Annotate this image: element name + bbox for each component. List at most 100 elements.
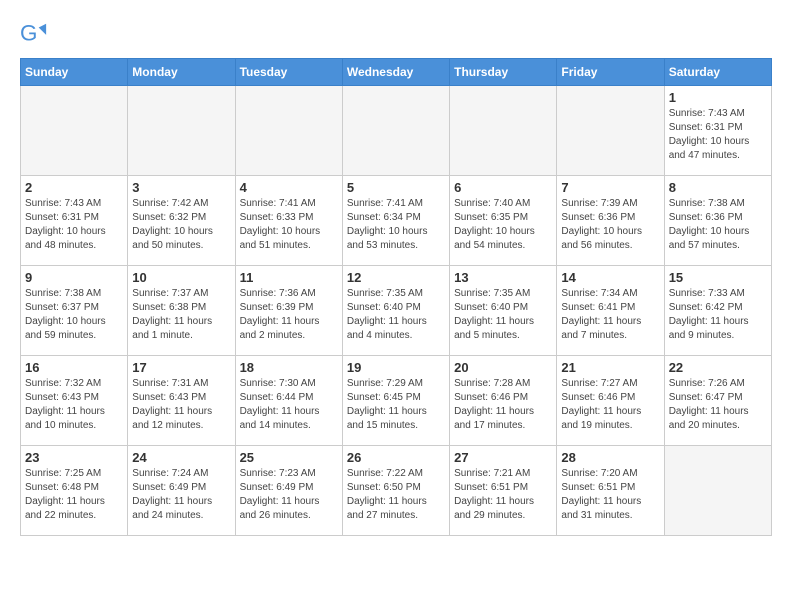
calendar-cell: 5 Sunrise: 7:41 AM Sunset: 6:34 PM Daylig… [342, 176, 449, 266]
day-number: 11 [240, 270, 338, 285]
day-info: Sunrise: 7:25 AM Sunset: 6:48 PM Dayligh… [25, 467, 123, 523]
day-info: Sunrise: 7:32 AM Sunset: 6:43 PM Dayligh… [25, 377, 123, 433]
day-number: 4 [240, 180, 338, 195]
day-info: Sunrise: 7:26 AM Sunset: 6:47 PM Dayligh… [669, 377, 767, 433]
calendar-cell: 28 Sunrise: 7:20 AM Sunset: 6:51 PM Dayli… [557, 446, 664, 536]
day-number: 22 [669, 360, 767, 375]
calendar-week-row: 9 Sunrise: 7:38 AM Sunset: 6:37 PM Daylig… [21, 266, 772, 356]
calendar-cell: 15 Sunrise: 7:33 AM Sunset: 6:42 PM Dayli… [664, 266, 771, 356]
day-number: 6 [454, 180, 552, 195]
day-number: 20 [454, 360, 552, 375]
day-info: Sunrise: 7:36 AM Sunset: 6:39 PM Dayligh… [240, 287, 338, 343]
day-info: Sunrise: 7:42 AM Sunset: 6:32 PM Dayligh… [132, 197, 230, 253]
calendar-cell: 2 Sunrise: 7:43 AM Sunset: 6:31 PM Daylig… [21, 176, 128, 266]
calendar-cell: 18 Sunrise: 7:30 AM Sunset: 6:44 PM Dayli… [235, 356, 342, 446]
day-info: Sunrise: 7:20 AM Sunset: 6:51 PM Dayligh… [561, 467, 659, 523]
day-info: Sunrise: 7:24 AM Sunset: 6:49 PM Dayligh… [132, 467, 230, 523]
day-info: Sunrise: 7:35 AM Sunset: 6:40 PM Dayligh… [454, 287, 552, 343]
calendar-week-row: 23 Sunrise: 7:25 AM Sunset: 6:48 PM Dayli… [21, 446, 772, 536]
calendar-cell: 4 Sunrise: 7:41 AM Sunset: 6:33 PM Daylig… [235, 176, 342, 266]
day-info: Sunrise: 7:43 AM Sunset: 6:31 PM Dayligh… [25, 197, 123, 253]
calendar-cell: 27 Sunrise: 7:21 AM Sunset: 6:51 PM Dayli… [450, 446, 557, 536]
calendar-week-row: 1 Sunrise: 7:43 AM Sunset: 6:31 PM Daylig… [21, 86, 772, 176]
calendar-cell: 17Sunrise: 7:31 AM Sunset: 6:43 PM Dayli… [128, 356, 235, 446]
day-number: 9 [25, 270, 123, 285]
calendar-week-row: 2 Sunrise: 7:43 AM Sunset: 6:31 PM Daylig… [21, 176, 772, 266]
calendar-cell: 1 Sunrise: 7:43 AM Sunset: 6:31 PM Daylig… [664, 86, 771, 176]
day-info: Sunrise: 7:27 AM Sunset: 6:46 PM Dayligh… [561, 377, 659, 433]
day-info: Sunrise: 7:22 AM Sunset: 6:50 PM Dayligh… [347, 467, 445, 523]
calendar-cell: 23 Sunrise: 7:25 AM Sunset: 6:48 PM Dayli… [21, 446, 128, 536]
day-number: 2 [25, 180, 123, 195]
day-number: 8 [669, 180, 767, 195]
calendar-cell: 19 Sunrise: 7:29 AM Sunset: 6:45 PM Dayli… [342, 356, 449, 446]
calendar-cell [235, 86, 342, 176]
calendar-day-header: Friday [557, 59, 664, 86]
day-number: 25 [240, 450, 338, 465]
day-info: Sunrise: 7:39 AM Sunset: 6:36 PM Dayligh… [561, 197, 659, 253]
calendar-cell [450, 86, 557, 176]
day-number: 1 [669, 90, 767, 105]
calendar-cell: 26 Sunrise: 7:22 AM Sunset: 6:50 PM Dayli… [342, 446, 449, 536]
day-info: Sunrise: 7:41 AM Sunset: 6:33 PM Dayligh… [240, 197, 338, 253]
calendar-header-row: SundayMondayTuesdayWednesdayThursdayFrid… [21, 59, 772, 86]
calendar-cell [128, 86, 235, 176]
day-info: Sunrise: 7:31 AM Sunset: 6:43 PM Dayligh… [132, 377, 230, 433]
day-number: 27 [454, 450, 552, 465]
calendar-cell [664, 446, 771, 536]
calendar-cell: 10 Sunrise: 7:37 AM Sunset: 6:38 PM Dayli… [128, 266, 235, 356]
day-number: 13 [454, 270, 552, 285]
day-number: 3 [132, 180, 230, 195]
day-number: 26 [347, 450, 445, 465]
day-info: Sunrise: 7:23 AM Sunset: 6:49 PM Dayligh… [240, 467, 338, 523]
calendar-cell: 9 Sunrise: 7:38 AM Sunset: 6:37 PM Daylig… [21, 266, 128, 356]
day-number: 24 [132, 450, 230, 465]
day-info: Sunrise: 7:38 AM Sunset: 6:37 PM Dayligh… [25, 287, 123, 343]
calendar-day-header: Sunday [21, 59, 128, 86]
day-info: Sunrise: 7:30 AM Sunset: 6:44 PM Dayligh… [240, 377, 338, 433]
calendar-cell [21, 86, 128, 176]
calendar-day-header: Wednesday [342, 59, 449, 86]
day-number: 7 [561, 180, 659, 195]
day-info: Sunrise: 7:28 AM Sunset: 6:46 PM Dayligh… [454, 377, 552, 433]
day-info: Sunrise: 7:37 AM Sunset: 6:38 PM Dayligh… [132, 287, 230, 343]
day-number: 16 [25, 360, 123, 375]
day-number: 18 [240, 360, 338, 375]
day-info: Sunrise: 7:21 AM Sunset: 6:51 PM Dayligh… [454, 467, 552, 523]
logo-icon: G [20, 20, 48, 48]
day-number: 19 [347, 360, 445, 375]
calendar-cell: 21 Sunrise: 7:27 AM Sunset: 6:46 PM Dayli… [557, 356, 664, 446]
day-info: Sunrise: 7:33 AM Sunset: 6:42 PM Dayligh… [669, 287, 767, 343]
day-number: 10 [132, 270, 230, 285]
calendar-table: SundayMondayTuesdayWednesdayThursdayFrid… [20, 58, 772, 536]
day-info: Sunrise: 7:43 AM Sunset: 6:31 PM Dayligh… [669, 107, 767, 163]
day-info: Sunrise: 7:40 AM Sunset: 6:35 PM Dayligh… [454, 197, 552, 253]
calendar-cell [342, 86, 449, 176]
calendar-cell: 22 Sunrise: 7:26 AM Sunset: 6:47 PM Dayli… [664, 356, 771, 446]
day-info: Sunrise: 7:38 AM Sunset: 6:36 PM Dayligh… [669, 197, 767, 253]
calendar-cell [557, 86, 664, 176]
calendar-cell: 20 Sunrise: 7:28 AM Sunset: 6:46 PM Dayli… [450, 356, 557, 446]
calendar-day-header: Saturday [664, 59, 771, 86]
calendar-cell: 11 Sunrise: 7:36 AM Sunset: 6:39 PM Dayli… [235, 266, 342, 356]
day-number: 28 [561, 450, 659, 465]
calendar-cell: 7 Sunrise: 7:39 AM Sunset: 6:36 PM Daylig… [557, 176, 664, 266]
day-number: 21 [561, 360, 659, 375]
day-info: Sunrise: 7:41 AM Sunset: 6:34 PM Dayligh… [347, 197, 445, 253]
calendar-cell: 13 Sunrise: 7:35 AM Sunset: 6:40 PM Dayli… [450, 266, 557, 356]
svg-text:G: G [20, 21, 37, 46]
calendar-day-header: Tuesday [235, 59, 342, 86]
calendar-cell: 14Sunrise: 7:34 AM Sunset: 6:41 PM Dayli… [557, 266, 664, 356]
calendar-day-header: Monday [128, 59, 235, 86]
calendar-cell: 24 Sunrise: 7:24 AM Sunset: 6:49 PM Dayli… [128, 446, 235, 536]
calendar-cell: 6 Sunrise: 7:40 AM Sunset: 6:35 PM Daylig… [450, 176, 557, 266]
day-number: 5 [347, 180, 445, 195]
day-info: Sunrise: 7:29 AM Sunset: 6:45 PM Dayligh… [347, 377, 445, 433]
day-number: 23 [25, 450, 123, 465]
day-info: Sunrise: 7:35 AM Sunset: 6:40 PM Dayligh… [347, 287, 445, 343]
calendar-cell: 25 Sunrise: 7:23 AM Sunset: 6:49 PM Dayli… [235, 446, 342, 536]
calendar-day-header: Thursday [450, 59, 557, 86]
day-number: 14 [561, 270, 659, 285]
calendar-cell: 3 Sunrise: 7:42 AM Sunset: 6:32 PM Daylig… [128, 176, 235, 266]
day-number: 15 [669, 270, 767, 285]
